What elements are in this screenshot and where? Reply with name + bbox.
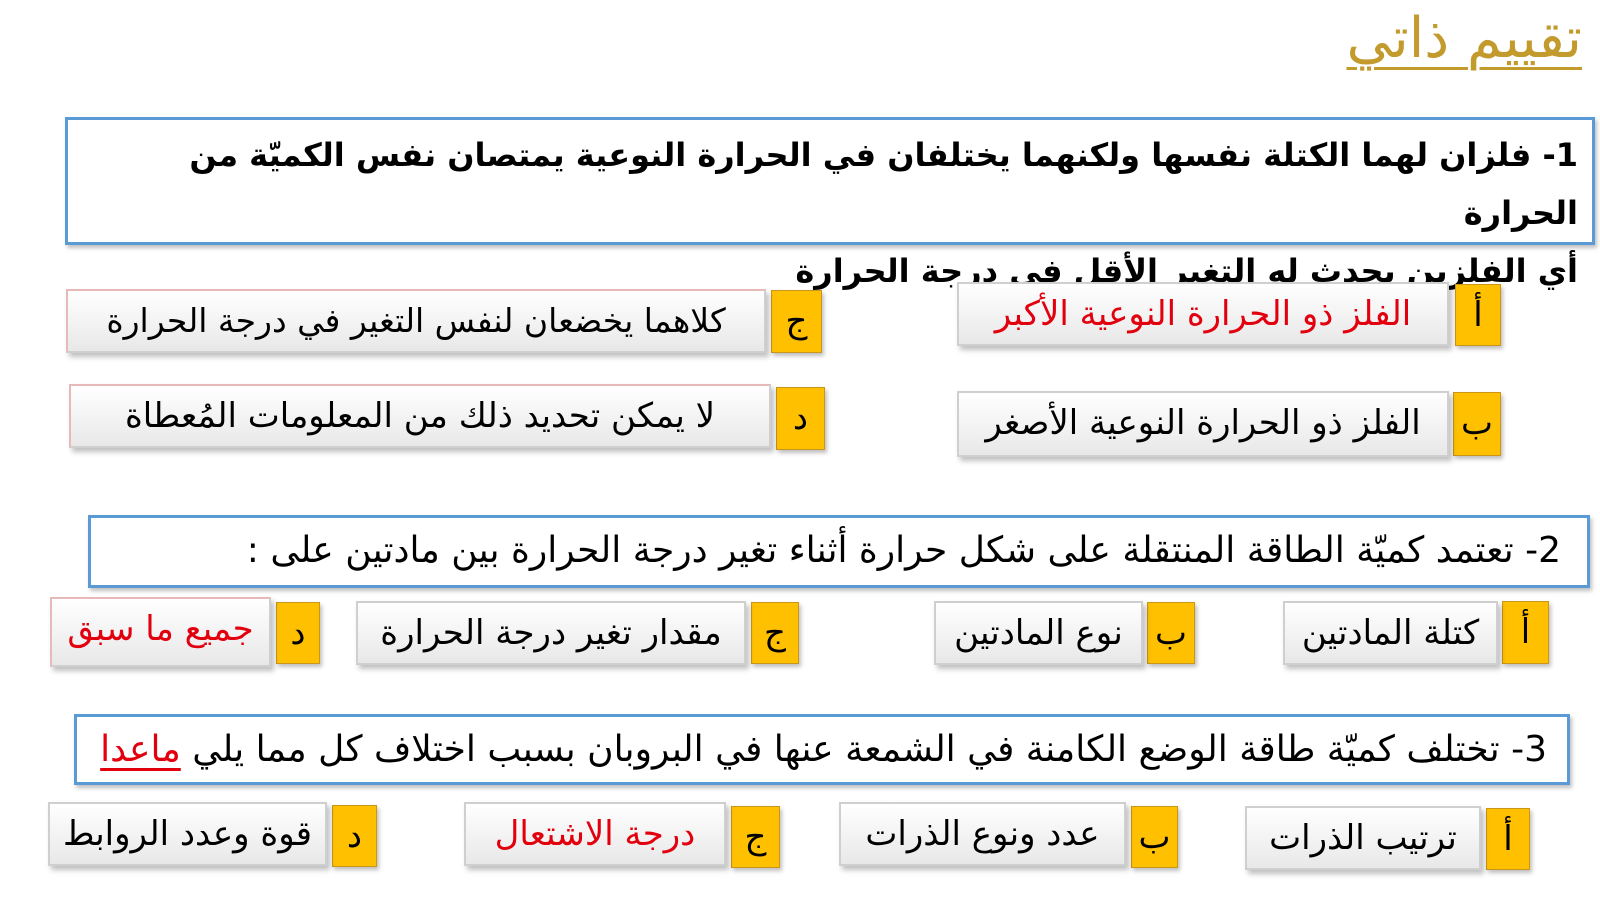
- q1-option-d[interactable]: لا يمكن تحديد ذلك من المعلومات المُعطاة: [69, 384, 771, 448]
- q2-option-a[interactable]: كتلة المادتين: [1283, 601, 1498, 665]
- q1-option-d-letter: د: [776, 387, 825, 450]
- q1-option-a-letter: أ: [1455, 284, 1501, 346]
- q2-option-c[interactable]: مقدار تغير درجة الحرارة: [356, 601, 746, 665]
- q3-option-d[interactable]: قوة وعدد الروابط: [48, 802, 327, 866]
- q3-option-d-letter: د: [332, 805, 377, 867]
- q2-option-a-letter: أ: [1502, 601, 1549, 664]
- q1-option-a[interactable]: الفلز ذو الحرارة النوعية الأكبر: [957, 282, 1449, 346]
- q3-option-c-letter: ج: [731, 806, 780, 868]
- q1-option-b[interactable]: الفلز ذو الحرارة النوعية الأصغر: [957, 391, 1449, 457]
- question-3-text: 3- تختلف كميّة طاقة الوضع الكامنة في الش…: [192, 729, 1547, 770]
- question-3-highlight: ماعدا: [100, 729, 181, 770]
- q2-option-b-letter: ب: [1147, 602, 1195, 664]
- q1-option-c-letter: ج: [771, 290, 822, 353]
- q3-option-a[interactable]: ترتيب الذرات: [1245, 806, 1481, 870]
- q3-option-c[interactable]: درجة الاشتعال: [464, 802, 726, 866]
- page-title: تقييم ذاتي: [1346, 6, 1582, 71]
- q1-option-b-letter: ب: [1453, 392, 1501, 456]
- q2-option-c-letter: ج: [751, 602, 799, 664]
- q1-option-c[interactable]: كلاهما يخضعان لنفس التغير في درجة الحرار…: [66, 289, 766, 353]
- question-1-line-1: 1- فلزان لهما الكتلة نفسها ولكنهما يختلف…: [189, 136, 1578, 232]
- question-2-text: 2- تعتمد كميّة الطاقة المنتقلة على شكل ح…: [246, 530, 1561, 571]
- question-3-box: 3- تختلف كميّة طاقة الوضع الكامنة في الش…: [74, 714, 1570, 785]
- question-2-box: 2- تعتمد كميّة الطاقة المنتقلة على شكل ح…: [88, 515, 1590, 588]
- q3-option-b-letter: ب: [1131, 806, 1178, 868]
- q2-option-b[interactable]: نوع المادتين: [934, 601, 1143, 665]
- q3-option-a-letter: أ: [1486, 808, 1530, 870]
- question-1-box: 1- فلزان لهما الكتلة نفسها ولكنهما يختلف…: [65, 117, 1595, 290]
- q3-option-b[interactable]: عدد ونوع الذرات: [839, 802, 1126, 866]
- q2-option-d[interactable]: جميع ما سبق: [50, 597, 271, 667]
- q2-option-d-letter: د: [276, 602, 320, 664]
